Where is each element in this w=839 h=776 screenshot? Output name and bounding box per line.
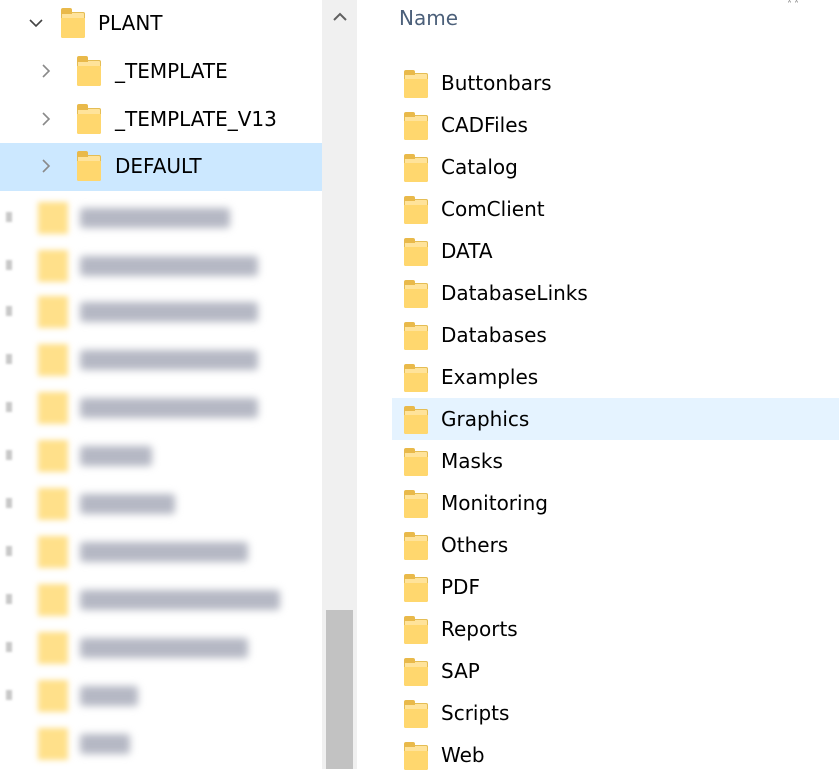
folder-icon	[38, 680, 68, 712]
folder-item-label: Web	[441, 743, 485, 767]
navigation-scrollbar[interactable]	[322, 0, 357, 769]
folder-icon	[404, 658, 428, 686]
folder-icon	[404, 616, 428, 644]
folder-icon	[404, 112, 428, 140]
column-resize-grip[interactable]: ˄˄	[787, 0, 801, 11]
folder-item-label: Scripts	[441, 701, 510, 725]
folder-item-label: Masks	[441, 449, 503, 473]
tree-item-label: _TEMPLATE_V13	[115, 107, 277, 131]
folder-icon	[404, 70, 428, 98]
folder-icon	[404, 700, 428, 728]
folder-item-cadfiles[interactable]: CADFiles	[392, 104, 839, 146]
folder-item-label: Buttonbars	[441, 71, 552, 95]
folder-item-databaselinks[interactable]: DatabaseLinks	[392, 272, 839, 314]
folder-icon	[38, 392, 68, 424]
tree-item-obscured[interactable]	[0, 338, 322, 380]
folder-item-label: Catalog	[441, 155, 518, 179]
folder-icon	[77, 104, 101, 134]
folder-icon	[404, 574, 428, 602]
folder-icon	[38, 584, 68, 616]
folder-icon	[404, 490, 428, 518]
folder-icon	[38, 250, 68, 282]
folder-icon	[404, 532, 428, 560]
folder-icon	[404, 742, 428, 770]
tree-item-obscured[interactable]	[0, 626, 322, 668]
folder-item-monitoring[interactable]: Monitoring	[392, 482, 839, 524]
tree-item-obscured[interactable]	[0, 578, 322, 620]
folder-item-pdf[interactable]: PDF	[392, 566, 839, 608]
folder-icon	[404, 280, 428, 308]
folder-item-reports[interactable]: Reports	[392, 608, 839, 650]
tree-item-template-v13[interactable]: _TEMPLATE_V13	[0, 96, 322, 142]
folder-item-label: Graphics	[441, 407, 530, 431]
folder-icon	[38, 728, 68, 760]
folder-icon	[404, 406, 428, 434]
folder-item-label: Reports	[441, 617, 518, 641]
folder-item-sap[interactable]: SAP	[392, 650, 839, 692]
navigation-pane: PLANT _TEMPLATE _TEMPLATE_V13 DEFAULT	[0, 0, 357, 769]
tree-item-label: PLANT	[98, 11, 163, 35]
folder-item-label: Others	[441, 533, 509, 557]
content-pane: Name ˄˄ Buttonbars CADFiles Catalog ComC…	[357, 0, 839, 770]
chevron-right-icon[interactable]	[36, 143, 56, 189]
folder-icon	[38, 488, 68, 520]
scrollbar-thumb[interactable]	[326, 610, 353, 769]
folder-icon	[38, 344, 68, 376]
folder-item-buttonbars[interactable]: Buttonbars	[392, 62, 839, 104]
folder-item-label: Monitoring	[441, 491, 548, 515]
folder-item-scripts[interactable]: Scripts	[392, 692, 839, 734]
folder-icon	[404, 448, 428, 476]
folder-item-data[interactable]: DATA	[392, 230, 839, 272]
chevron-up-icon[interactable]	[322, 0, 357, 34]
folder-icon	[61, 8, 85, 38]
tree-item-label: DEFAULT	[115, 154, 202, 178]
folder-item-label: CADFiles	[441, 113, 528, 137]
tree-item-default[interactable]: DEFAULT	[0, 143, 322, 191]
tree-item-obscured[interactable]	[0, 482, 322, 524]
folder-icon	[404, 322, 428, 350]
folder-item-masks[interactable]: Masks	[392, 440, 839, 482]
folder-item-label: PDF	[441, 575, 480, 599]
folder-icon	[77, 56, 101, 86]
folder-item-examples[interactable]: Examples	[392, 356, 839, 398]
folder-item-label: DatabaseLinks	[441, 281, 588, 305]
folder-item-graphics[interactable]: Graphics	[392, 398, 839, 440]
folder-item-label: Examples	[441, 365, 539, 389]
tree-item-label: _TEMPLATE	[115, 59, 228, 83]
folder-icon	[404, 196, 428, 224]
folder-icon	[404, 364, 428, 392]
folder-item-label: Databases	[441, 323, 547, 347]
tree-item-obscured[interactable]	[0, 530, 322, 572]
chevron-down-icon[interactable]	[26, 0, 46, 46]
folder-icon	[38, 536, 68, 568]
folder-icon	[404, 238, 428, 266]
tree-item-template[interactable]: _TEMPLATE	[0, 48, 322, 94]
tree-item-plant[interactable]: PLANT	[0, 0, 322, 46]
folder-item-label: SAP	[441, 659, 480, 683]
chevron-right-icon[interactable]	[36, 48, 56, 94]
folder-item-comclient[interactable]: ComClient	[392, 188, 839, 230]
tree-item-obscured[interactable]	[0, 244, 322, 286]
folder-icon	[404, 154, 428, 182]
folder-icon	[38, 632, 68, 664]
folder-item-databases[interactable]: Databases	[392, 314, 839, 356]
tree-item-obscured[interactable]	[0, 722, 322, 764]
folder-item-others[interactable]: Others	[392, 524, 839, 566]
column-header-name[interactable]: Name	[399, 6, 458, 30]
chevron-right-icon[interactable]	[36, 96, 56, 142]
tree-item-obscured[interactable]	[0, 290, 322, 332]
folder-icon	[77, 151, 101, 181]
folder-item-label: ComClient	[441, 197, 545, 221]
folder-item-catalog[interactable]: Catalog	[392, 146, 839, 188]
folder-item-label: DATA	[441, 239, 493, 263]
tree-item-obscured[interactable]	[0, 386, 322, 428]
folder-icon	[38, 440, 68, 472]
tree-item-obscured[interactable]	[0, 196, 322, 238]
folder-icon	[38, 202, 68, 234]
tree-item-obscured[interactable]	[0, 434, 322, 476]
folder-icon	[38, 296, 68, 328]
folder-item-web[interactable]: Web	[392, 734, 839, 776]
tree-item-obscured[interactable]	[0, 674, 322, 716]
